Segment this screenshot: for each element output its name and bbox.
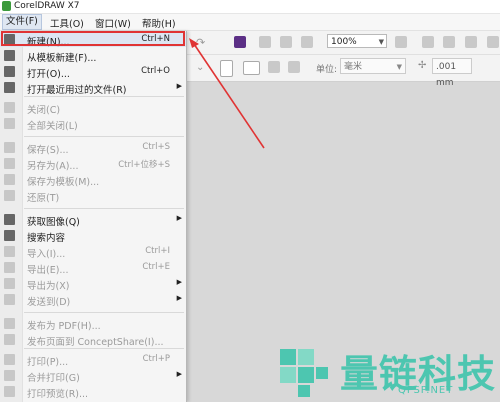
watermark-logo-icon bbox=[280, 349, 328, 397]
annotation-arrow bbox=[189, 38, 265, 149]
watermark-subtext: QFSP.NET bbox=[398, 385, 454, 396]
